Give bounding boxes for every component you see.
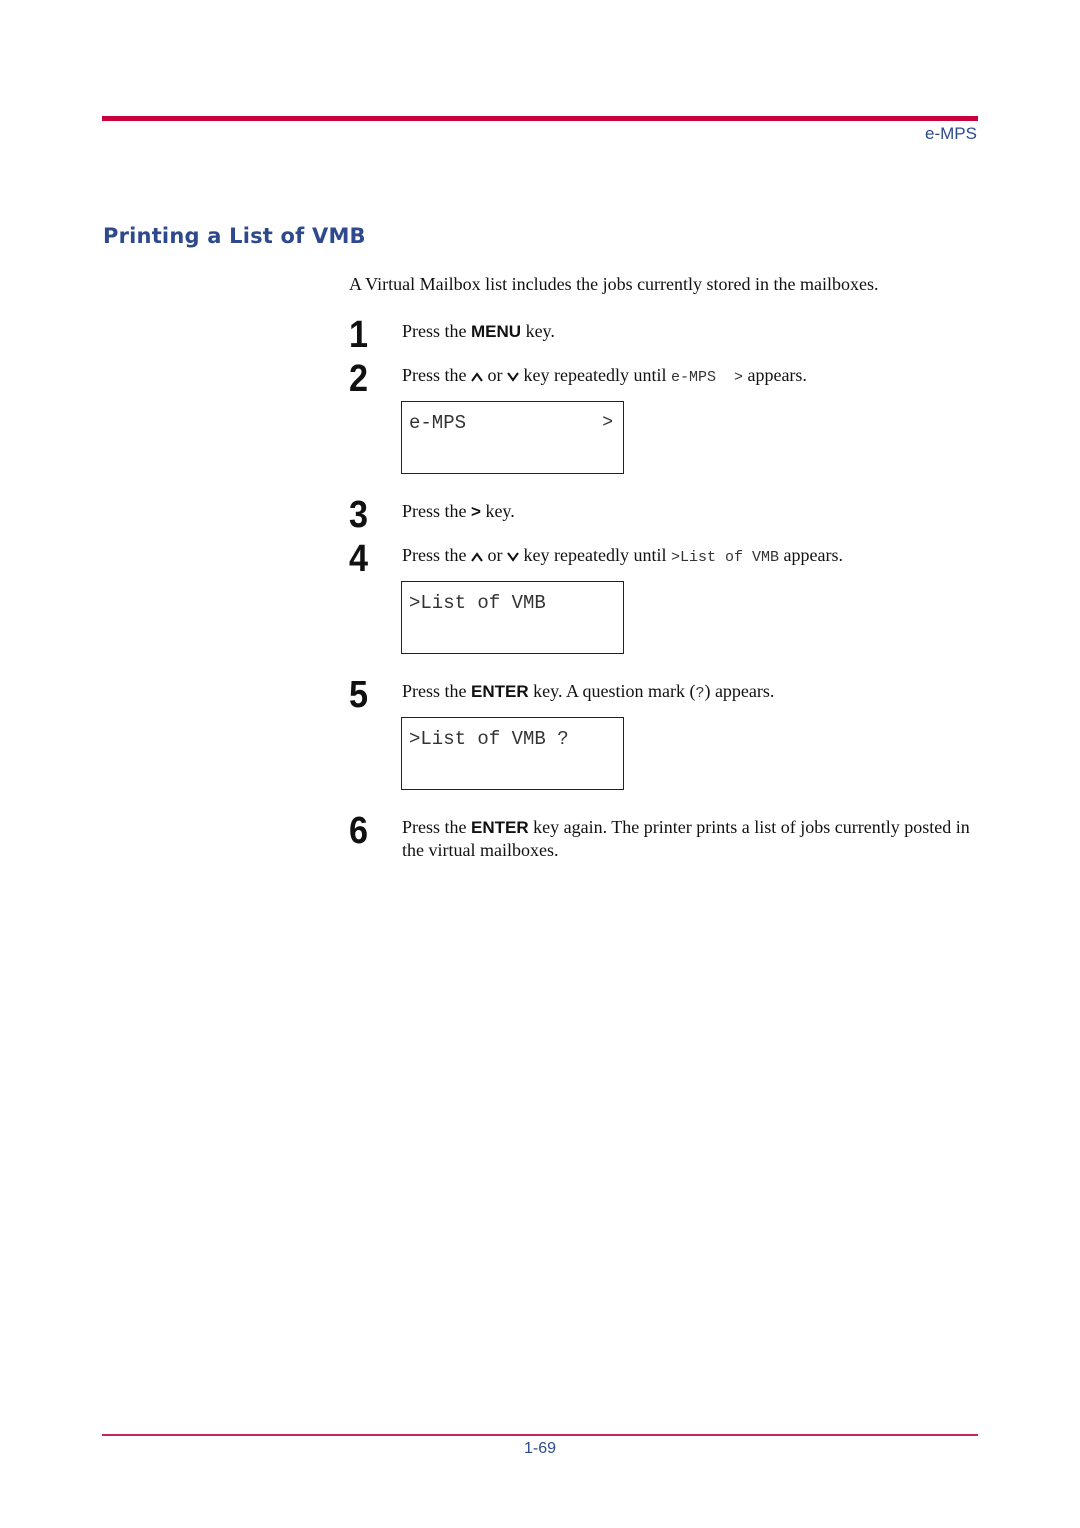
lcd-indicator: > [602,413,613,433]
text: Press the [402,681,471,701]
key-name: MENU [471,322,522,341]
text: appears. [742,365,807,385]
down-arrow-key-icon [507,372,519,382]
text: Press the [402,545,471,565]
step-text: Press the or key repeatedly until e-MPS … [402,364,982,389]
up-arrow-key-icon [471,372,483,382]
step-text: Press the > key. [402,500,982,523]
step-text: Press the or key repeatedly until >List … [402,544,982,569]
text: or [483,365,507,385]
text: key. A question mark ( [528,681,696,701]
text: Press the [402,365,471,385]
step-text: Press the ENTER key. A question mark (?)… [402,680,982,705]
text: key. [521,321,555,341]
text: Press the [402,501,471,521]
lcd-display: >List of VMB ? [401,717,624,790]
display-code: e-MPS > [670,369,743,386]
section-label: e-MPS [925,124,977,143]
header-rule [102,116,978,121]
step-number: 4 [349,538,369,580]
footer-rule [102,1434,978,1436]
text: key. [480,501,515,521]
key-name: ENTER [471,818,529,837]
text: or [483,545,507,565]
text: key repeatedly until [519,365,671,385]
step-number: 5 [349,674,369,716]
page-number: 1-69 [523,1440,557,1457]
step-text: Press the MENU key. [402,320,982,343]
intro-paragraph: A Virtual Mailbox list includes the jobs… [349,274,879,294]
key-name: ENTER [471,682,529,701]
text: key repeatedly until [519,545,671,565]
up-arrow-key-icon [471,552,483,562]
step-number: 3 [349,494,369,536]
lcd-text: >List of VMB ? [409,728,569,750]
display-code: >List of VMB [670,549,779,566]
step-number: 2 [349,358,369,400]
text: Press the [402,817,471,837]
lcd-text: >List of VMB [409,592,546,614]
text: ) appears. [704,681,775,701]
key-name: > [471,502,481,521]
step-text: Press the ENTER key again. The printer p… [402,816,982,861]
lcd-display: >List of VMB [401,581,624,654]
step-number: 1 [349,314,369,356]
text: appears. [778,545,843,565]
down-arrow-key-icon [507,552,519,562]
page-title: Printing a List of VMB [103,224,366,248]
step-number: 6 [349,810,369,852]
text: Press the [402,321,471,341]
lcd-text: e-MPS [409,412,467,434]
lcd-display: e-MPS > [401,401,624,474]
